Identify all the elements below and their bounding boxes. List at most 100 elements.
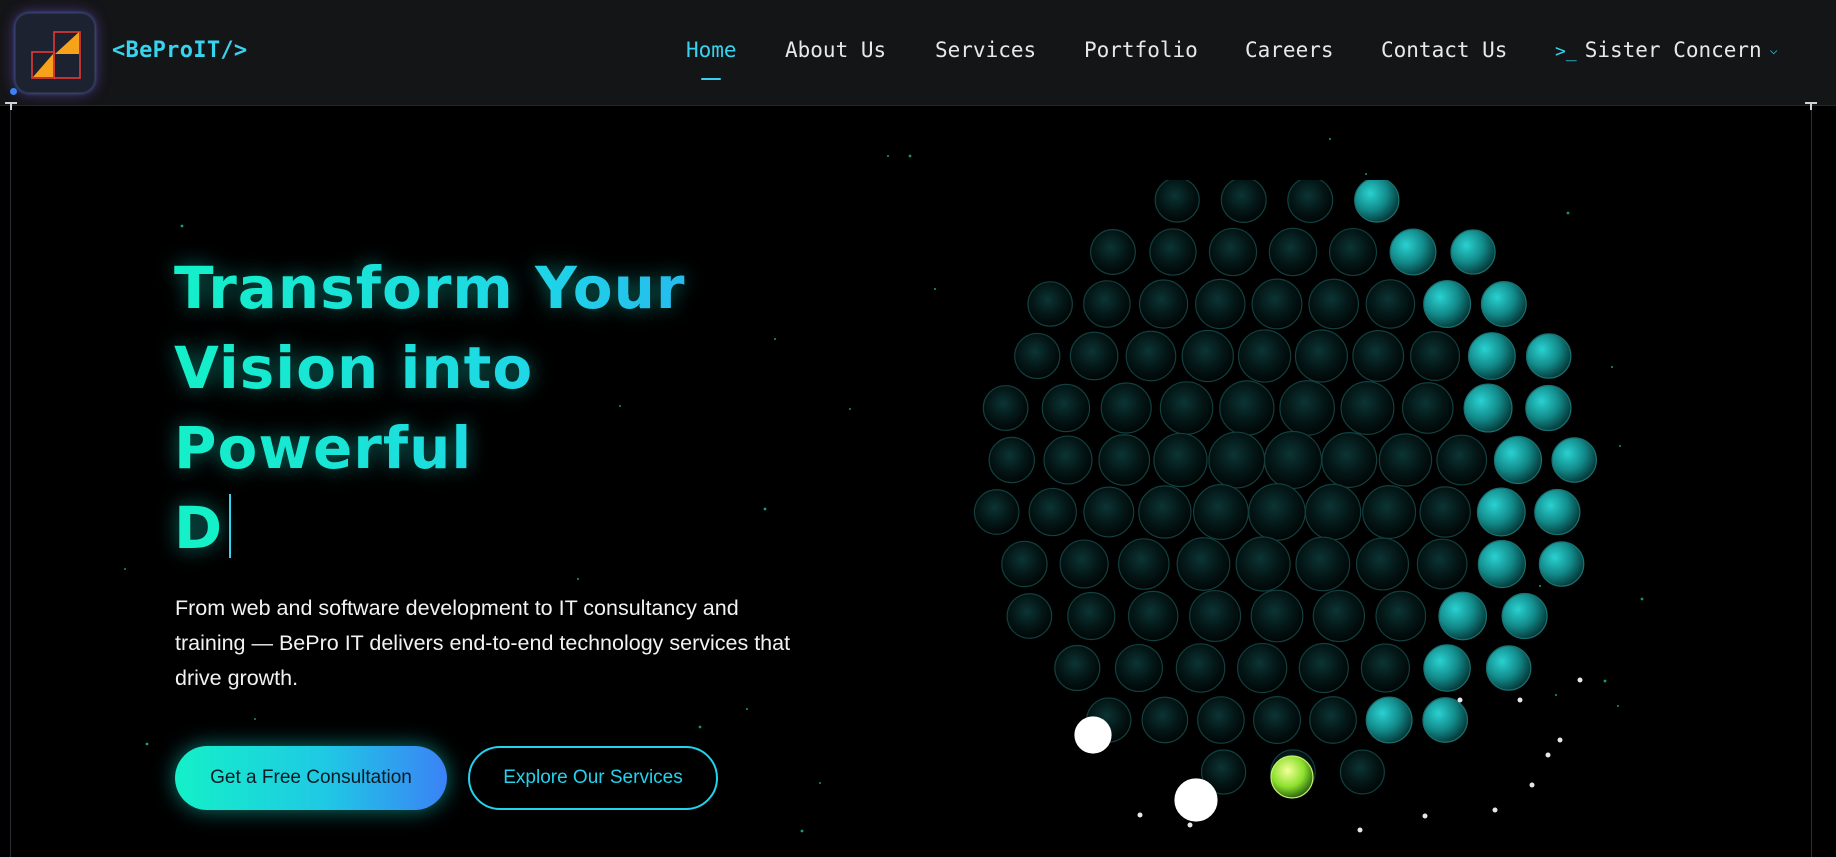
sphere-ball <box>1153 432 1208 488</box>
hero-headline: Transform Your Vision into Powerful D <box>174 248 814 568</box>
sphere-ball <box>1176 537 1231 591</box>
sphere-ball <box>1159 381 1214 435</box>
sphere-ball <box>1192 484 1249 540</box>
sphere-ball <box>1436 434 1488 486</box>
sphere-ball <box>1114 643 1164 693</box>
sphere-ball <box>1365 279 1416 329</box>
sphere-ball <box>1083 280 1131 328</box>
sphere-ball <box>1378 433 1433 487</box>
sphere-ball <box>1235 536 1291 592</box>
sphere-ball <box>1352 330 1405 382</box>
star-dot <box>1640 597 1644 601</box>
sphere-ball <box>1312 589 1366 643</box>
sphere-ball <box>1525 333 1572 379</box>
get-free-consultation-button[interactable]: Get a Free Consultation <box>175 746 447 810</box>
sphere-ball <box>1090 229 1136 275</box>
nav-item-contact-us[interactable]: Contact Us <box>1381 38 1507 62</box>
sphere-ball <box>1138 485 1192 539</box>
sphere-ball <box>1195 278 1246 330</box>
sphere-ball <box>973 489 1020 535</box>
nav-item-home[interactable]: Home <box>686 38 737 62</box>
sphere-ball <box>1419 486 1471 538</box>
sphere-ball <box>1250 589 1304 643</box>
sphere-ball <box>1219 380 1275 436</box>
sphere-ball <box>1375 590 1427 642</box>
sphere-ball <box>1141 696 1189 744</box>
sphere-ball <box>1339 749 1385 795</box>
sphere-ball <box>1389 228 1437 276</box>
sphere-ball <box>1463 383 1513 433</box>
sphere-ball <box>1365 696 1413 744</box>
sphere-ball <box>1476 487 1526 537</box>
sphere-ball <box>1220 180 1267 223</box>
sphere-ball <box>1538 541 1585 587</box>
sphere-ball <box>1175 643 1226 693</box>
particle-dot <box>1492 807 1498 813</box>
sphere-ball <box>1354 180 1400 223</box>
sphere-ball <box>1525 384 1572 432</box>
active-nav-underline <box>701 78 721 80</box>
sphere-ball <box>1298 642 1349 694</box>
sphere-ball <box>1534 488 1581 536</box>
sister-concern-dropdown[interactable]: >_ Sister Concern ⌵ <box>1555 38 1778 66</box>
sphere-ball <box>1014 332 1061 380</box>
sphere-ball <box>1270 755 1314 799</box>
sphere-ball <box>1118 538 1170 590</box>
sister-concern-label: Sister Concern <box>1584 38 1762 62</box>
sphere-ball <box>1360 643 1411 693</box>
sphere-ball <box>1237 642 1288 694</box>
sphere-ball <box>1416 538 1468 590</box>
star-dot <box>746 708 748 710</box>
sphere-ball <box>1006 593 1053 639</box>
sphere-ball <box>1027 281 1073 327</box>
sphere-ball <box>1493 435 1543 485</box>
headline-line-3: Powerful <box>174 408 814 488</box>
particle-dot <box>1557 737 1563 743</box>
particle-dot <box>1357 827 1363 833</box>
terminal-prompt-icon: >_ <box>1555 41 1577 62</box>
sphere-ball <box>1401 382 1454 434</box>
sphere-ball <box>1423 644 1471 692</box>
sphere-ball <box>1321 432 1378 488</box>
sphere-ball <box>1041 383 1091 433</box>
sphere-ball <box>1127 590 1179 642</box>
sphere-ball <box>1028 487 1077 537</box>
star-dot <box>180 224 184 228</box>
star-dot <box>1329 138 1331 140</box>
sphere-ball <box>1100 382 1152 434</box>
star-dot <box>1365 173 1367 175</box>
sphere-ball <box>1083 486 1135 538</box>
sphere-ball <box>1287 180 1334 224</box>
nav-item-careers[interactable]: Careers <box>1245 38 1334 62</box>
particle-dot <box>1529 782 1535 788</box>
sphere-ball <box>1067 591 1116 641</box>
star-dot <box>849 408 851 410</box>
explore-services-button[interactable]: Explore Our Services <box>468 746 718 810</box>
particle-dot <box>1457 697 1463 703</box>
sphere-ball <box>1309 696 1357 744</box>
sphere-ball <box>1279 380 1335 436</box>
sphere-ball <box>1422 697 1469 743</box>
sphere-ball <box>1125 330 1177 382</box>
sphere-ball <box>1248 483 1306 541</box>
star-dot <box>800 829 804 833</box>
sphere-ball <box>1208 431 1266 489</box>
sphere-ball <box>1263 430 1323 490</box>
sphere-ball <box>1251 278 1303 330</box>
sphere-ball <box>1304 483 1362 541</box>
chevron-down-icon: ⌵ <box>1769 43 1778 58</box>
nav-item-about-us[interactable]: About Us <box>785 38 886 62</box>
sphere-ball <box>1477 539 1526 589</box>
typing-cursor <box>229 494 232 558</box>
sphere-ball <box>1001 540 1048 588</box>
sphere-ball <box>1410 330 1461 382</box>
sphere-ball <box>1268 227 1318 277</box>
nav-item-portfolio[interactable]: Portfolio <box>1084 38 1198 62</box>
nav-item-services[interactable]: Services <box>935 38 1036 62</box>
sphere-ball <box>1328 227 1378 277</box>
sphere-ball <box>1054 644 1101 692</box>
particle-dot <box>1422 813 1428 819</box>
sphere-ball <box>1438 591 1488 641</box>
sphere-ball <box>1501 592 1548 640</box>
sphere-ball <box>1059 539 1109 589</box>
